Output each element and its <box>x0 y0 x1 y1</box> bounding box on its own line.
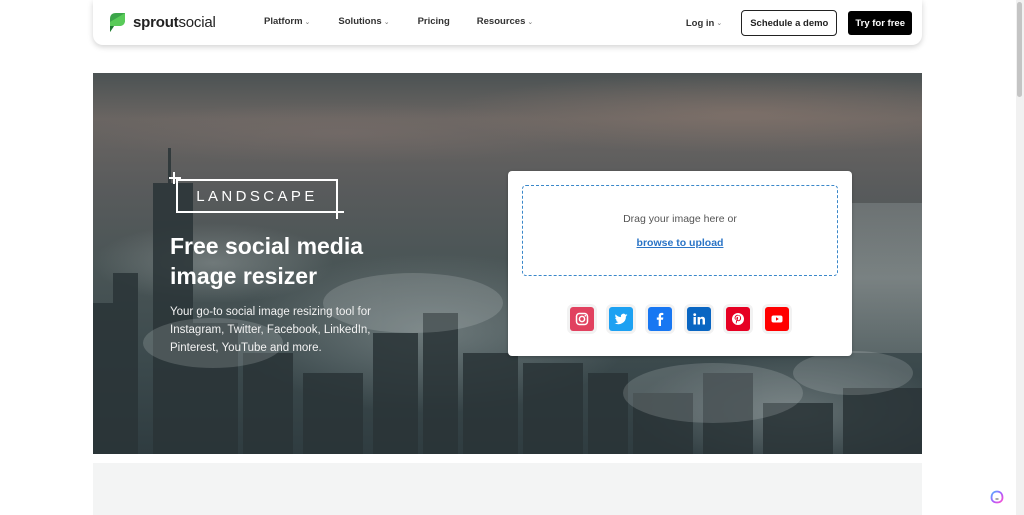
drag-instructions: Drag your image here or <box>623 213 737 225</box>
brand-name: sproutsocial <box>133 13 216 31</box>
primary-nav: Platform ⌄ Solutions ⌄ Pricing Resources… <box>264 16 533 27</box>
youtube-icon <box>771 315 783 323</box>
hero-title-line: Free social media <box>170 233 364 259</box>
pinterest-button[interactable] <box>726 307 750 331</box>
linkedin-icon <box>693 313 705 325</box>
instagram-button[interactable] <box>570 307 594 331</box>
chevron-down-icon: ⌄ <box>716 20 723 27</box>
nav-resources-label: Resources <box>476 16 526 27</box>
instagram-icon <box>575 312 589 326</box>
hero-subtitle-line: Instagram, Twitter, Facebook, LinkedIn, <box>170 324 371 336</box>
hero-subtitle-line: Pinterest, YouTube and more. <box>170 342 322 354</box>
twitter-icon <box>614 313 628 325</box>
scrollbar-thumb[interactable] <box>1017 2 1022 97</box>
schedule-demo-button[interactable]: Schedule a demo <box>741 10 838 36</box>
image-dropzone[interactable]: Drag your image here or browse to upload <box>522 185 838 276</box>
twitter-button[interactable] <box>609 307 633 331</box>
nav-actions: Log in ⌄ Schedule a demo Try for free <box>686 10 912 36</box>
nav-resources[interactable]: Resources ⌄ <box>477 16 533 27</box>
hero-title: Free social media image resizer <box>170 231 430 291</box>
nav-platform[interactable]: Platform ⌄ <box>264 16 310 27</box>
badge-label: LANDSCAPE <box>196 187 318 205</box>
nav-solutions[interactable]: Solutions ⌄ <box>338 16 389 27</box>
pinterest-icon <box>732 313 744 325</box>
hero-subtitle: Your go-to social image resizing tool fo… <box>170 303 410 357</box>
nav-pricing-label: Pricing <box>417 16 450 27</box>
try-for-free-button[interactable]: Try for free <box>848 11 912 35</box>
login-label: Log in <box>685 17 715 29</box>
aspect-ratio-badge: LANDSCAPE <box>169 172 344 219</box>
chevron-down-icon: ⌄ <box>383 18 390 26</box>
youtube-button[interactable] <box>765 307 789 331</box>
sprout-leaf-icon <box>110 13 125 32</box>
hero-subtitle-line: Your go-to social image resizing tool fo… <box>170 306 371 318</box>
brand-logo[interactable]: sproutsocial <box>107 10 216 34</box>
chevron-down-icon: ⌄ <box>527 18 534 26</box>
page: sproutsocial Platform ⌄ Solutions ⌄ Pric… <box>0 0 1024 515</box>
login-link[interactable]: Log in ⌄ <box>686 18 722 29</box>
linkedin-button[interactable] <box>687 307 711 331</box>
nav-platform-label: Platform <box>264 16 303 27</box>
nav-pricing[interactable]: Pricing <box>418 16 450 27</box>
facebook-button[interactable] <box>648 307 672 331</box>
chevron-down-icon: ⌄ <box>304 18 311 26</box>
next-section <box>93 463 922 515</box>
browse-to-upload-link[interactable]: browse to upload <box>523 237 837 249</box>
hero-title-line: image resizer <box>170 263 318 289</box>
top-navbar: sproutsocial Platform ⌄ Solutions ⌄ Pric… <box>93 0 922 45</box>
chat-assistant-icon[interactable] <box>990 490 1004 504</box>
nav-solutions-label: Solutions <box>338 16 382 27</box>
social-network-selector <box>570 307 789 331</box>
upload-card: Drag your image here or browse to upload <box>508 171 852 356</box>
page-scrollbar[interactable] <box>1016 0 1024 515</box>
facebook-icon <box>656 312 664 326</box>
